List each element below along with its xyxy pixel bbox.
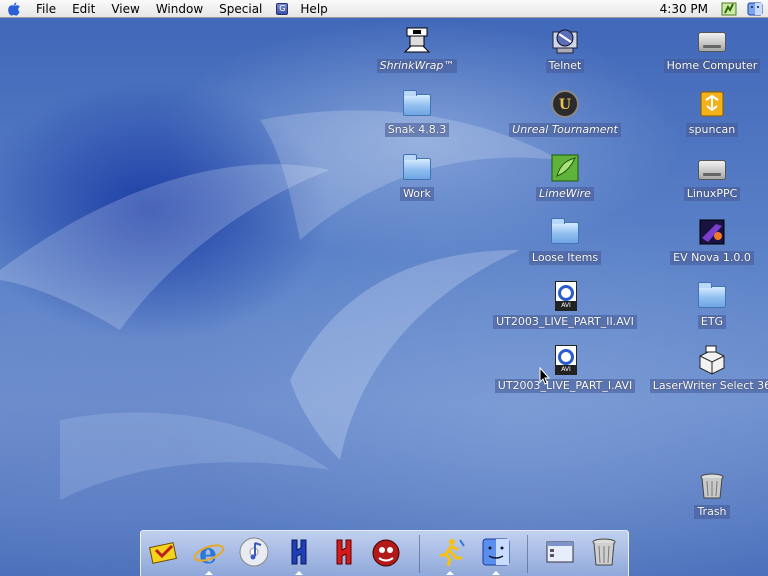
desktop-icon-linuxppc[interactable]: LinuxPPC [642,152,768,201]
desktop-icon-snak[interactable]: Snak 4.8.3 [347,88,487,137]
desktop-icon-label: Work [400,187,434,201]
desktop-icon-label: spuncan [685,123,739,137]
limewire-app-icon [549,152,581,184]
desktop-icon-label: UT2003_LIVE_PART_II.AVI [493,315,637,329]
desktop-icon-shrinkwrap[interactable]: ShrinkWrap™ [347,24,487,73]
dock-internet-explorer[interactable]: e [193,536,225,570]
dock-minimized-window[interactable] [544,536,576,568]
dock-finder[interactable] [480,536,512,568]
avi-file-icon: AVI [549,344,581,376]
menu-bar: File Edit View Window Special G Help 4:3… [0,0,768,18]
desktop-icon-spuncan[interactable]: spuncan [642,88,768,137]
hotline-blue-icon [291,539,307,565]
folder-icon [696,280,728,312]
menu-help[interactable]: Help [292,0,335,18]
dock-app-h-red[interactable] [328,536,360,568]
desktop-icon-label: Trash [694,505,730,519]
dock-game[interactable] [370,536,402,568]
desktop-icon-limewire[interactable]: LimeWire [495,152,635,201]
desktop-icon-label: LimeWire [536,187,594,201]
desktop-icon-label: LinuxPPC [683,187,741,201]
dock-trash-icon [592,538,616,566]
desktop-icon-trash[interactable]: Trash [642,470,768,519]
dock-runner[interactable] [434,536,466,568]
menu-clock[interactable]: 4:30 PM [652,2,716,16]
mail-stamp-icon [149,542,177,564]
dock-app-h-blue[interactable] [283,536,315,568]
folder-icon [549,216,581,248]
menu-special[interactable]: Special [211,0,270,18]
desktop-icon-label: Telnet [545,59,585,73]
desktop-icon-label: Loose Items [528,251,602,265]
finder-face-icon [482,538,510,566]
finder-menu-icon[interactable] [747,2,763,16]
folder-icon [401,152,433,184]
dock-divider [419,535,420,573]
shared-volume-icon [696,88,728,120]
desktop-icon-label: ShrinkWrap™ [376,59,458,73]
avi-file-icon: AVI [549,280,581,312]
hard-disk-icon [696,152,728,184]
application-menu-icon[interactable]: G [276,2,289,15]
desktop-icon-ut2003-part-ii[interactable]: AVI UT2003_LIVE_PART_II.AVI [493,280,637,329]
desktop-icon-label: UT2003_LIVE_PART_I.AVI [494,379,636,393]
svg-text:U: U [559,97,571,113]
desktop-icon-laserwriter[interactable]: LaserWriter Select 36 [642,344,768,393]
menu-file[interactable]: File [28,0,64,18]
desktop-icon-label: Home Computer [663,59,761,73]
runner-app-icon [439,539,465,567]
desktop-icon-ut2003-part-i[interactable]: AVI UT2003_LIVE_PART_I.AVI [494,344,636,393]
desktop-icon-ev-nova[interactable]: EV Nova 1.0.0 [642,216,768,265]
menu-window[interactable]: Window [148,0,211,18]
hotline-red-icon [336,539,352,565]
game-app-icon [372,539,400,567]
dock-running-indicator [446,571,454,575]
desktop-icon-telnet[interactable]: Telnet [495,24,635,73]
desktop-icon-label: LaserWriter Select 36 [649,379,768,393]
desktop-icon-etg[interactable]: ETG [642,280,768,329]
menu-edit[interactable]: Edit [64,0,103,18]
trash-icon [696,470,728,502]
desktop-icon-home-computer[interactable]: Home Computer [642,24,768,73]
itunes-cd-icon [239,537,269,567]
minimized-window-icon [546,541,574,563]
desktop-icon-label: Unreal Tournament [509,123,621,137]
dock: e [140,530,629,576]
desktop-icon-work[interactable]: Work [347,152,487,201]
menu-view[interactable]: View [103,0,147,18]
svg-text:e: e [199,537,217,568]
desktop-icon-label: ETG [697,315,727,329]
unreal-app-icon: U [549,88,581,120]
dock-running-indicator [492,571,500,575]
desktop-icon-label: Snak 4.8.3 [384,123,450,137]
desktop-icon-unreal-tournament[interactable]: U Unreal Tournament [495,88,635,137]
dock-mail[interactable] [148,536,180,568]
hard-disk-icon [696,24,728,56]
dock-running-indicator [295,571,303,575]
dock-itunes[interactable] [238,536,270,568]
printer-icon [696,344,728,376]
ev-nova-app-icon [696,216,728,248]
dock-divider [527,535,528,573]
folder-icon [401,88,433,120]
internet-explorer-icon: e [193,537,225,570]
desktop-icon-label: EV Nova 1.0.0 [670,251,754,265]
dock-running-indicator [205,571,213,575]
dock-trash[interactable] [588,536,620,568]
desktop-icon-loose-items[interactable]: Loose Items [495,216,635,265]
apple-logo-icon[interactable] [0,0,28,18]
shrinkwrap-app-icon [401,24,433,56]
telnet-app-icon [549,24,581,56]
network-status-icon[interactable] [721,2,737,16]
mouse-cursor-icon [539,367,551,385]
